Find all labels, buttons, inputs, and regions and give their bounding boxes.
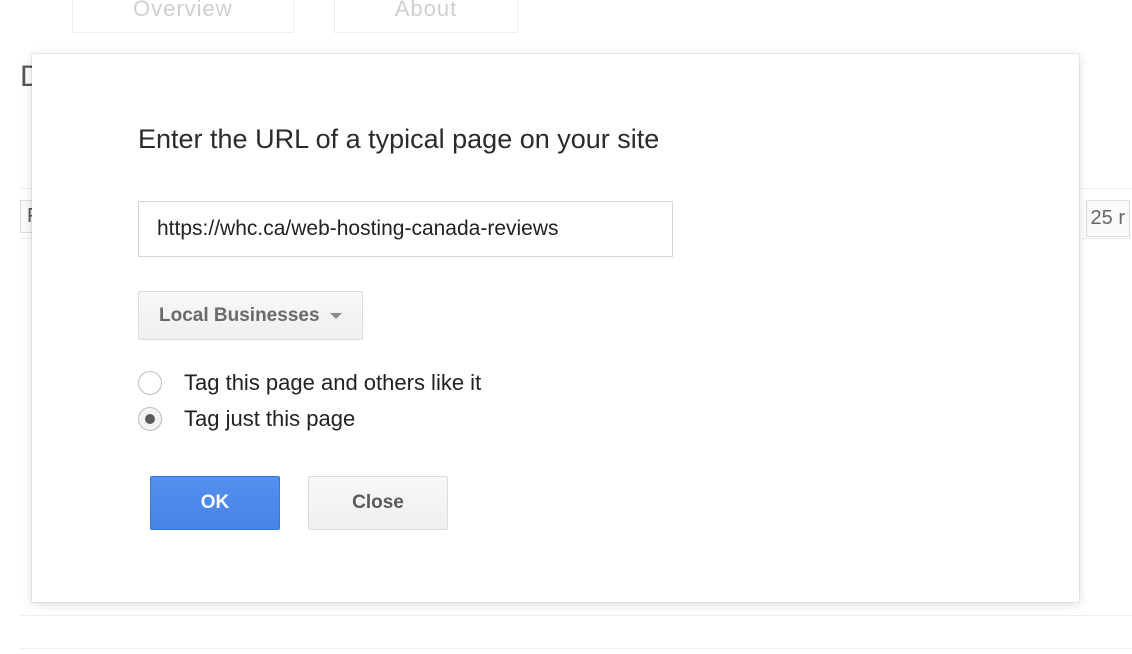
divider — [20, 648, 1132, 649]
close-button[interactable]: Close — [308, 476, 448, 530]
url-dialog: Enter the URL of a typical page on your … — [32, 54, 1079, 602]
radio-icon[interactable] — [138, 407, 162, 431]
divider — [20, 615, 1132, 616]
dropdown-label: Local Businesses — [159, 305, 320, 327]
tabs-bar: Overview About — [72, 0, 518, 33]
chevron-down-icon — [330, 313, 342, 319]
dialog-title: Enter the URL of a typical page on your … — [138, 124, 973, 155]
radio-icon[interactable] — [138, 371, 162, 395]
tab-overview[interactable]: Overview — [72, 0, 294, 33]
category-dropdown[interactable]: Local Businesses — [138, 291, 363, 340]
url-input[interactable] — [138, 201, 673, 257]
radio-label: Tag just this page — [184, 406, 355, 432]
radio-option-single[interactable]: Tag just this page — [138, 406, 973, 432]
radio-label: Tag this page and others like it — [184, 370, 481, 396]
button-row: OK Close — [150, 476, 973, 530]
bg-text-25: 25 r — [1086, 200, 1130, 237]
radio-option-multi[interactable]: Tag this page and others like it — [138, 370, 973, 396]
tab-about[interactable]: About — [334, 0, 519, 33]
ok-button[interactable]: OK — [150, 476, 280, 530]
radio-group: Tag this page and others like it Tag jus… — [138, 370, 973, 432]
